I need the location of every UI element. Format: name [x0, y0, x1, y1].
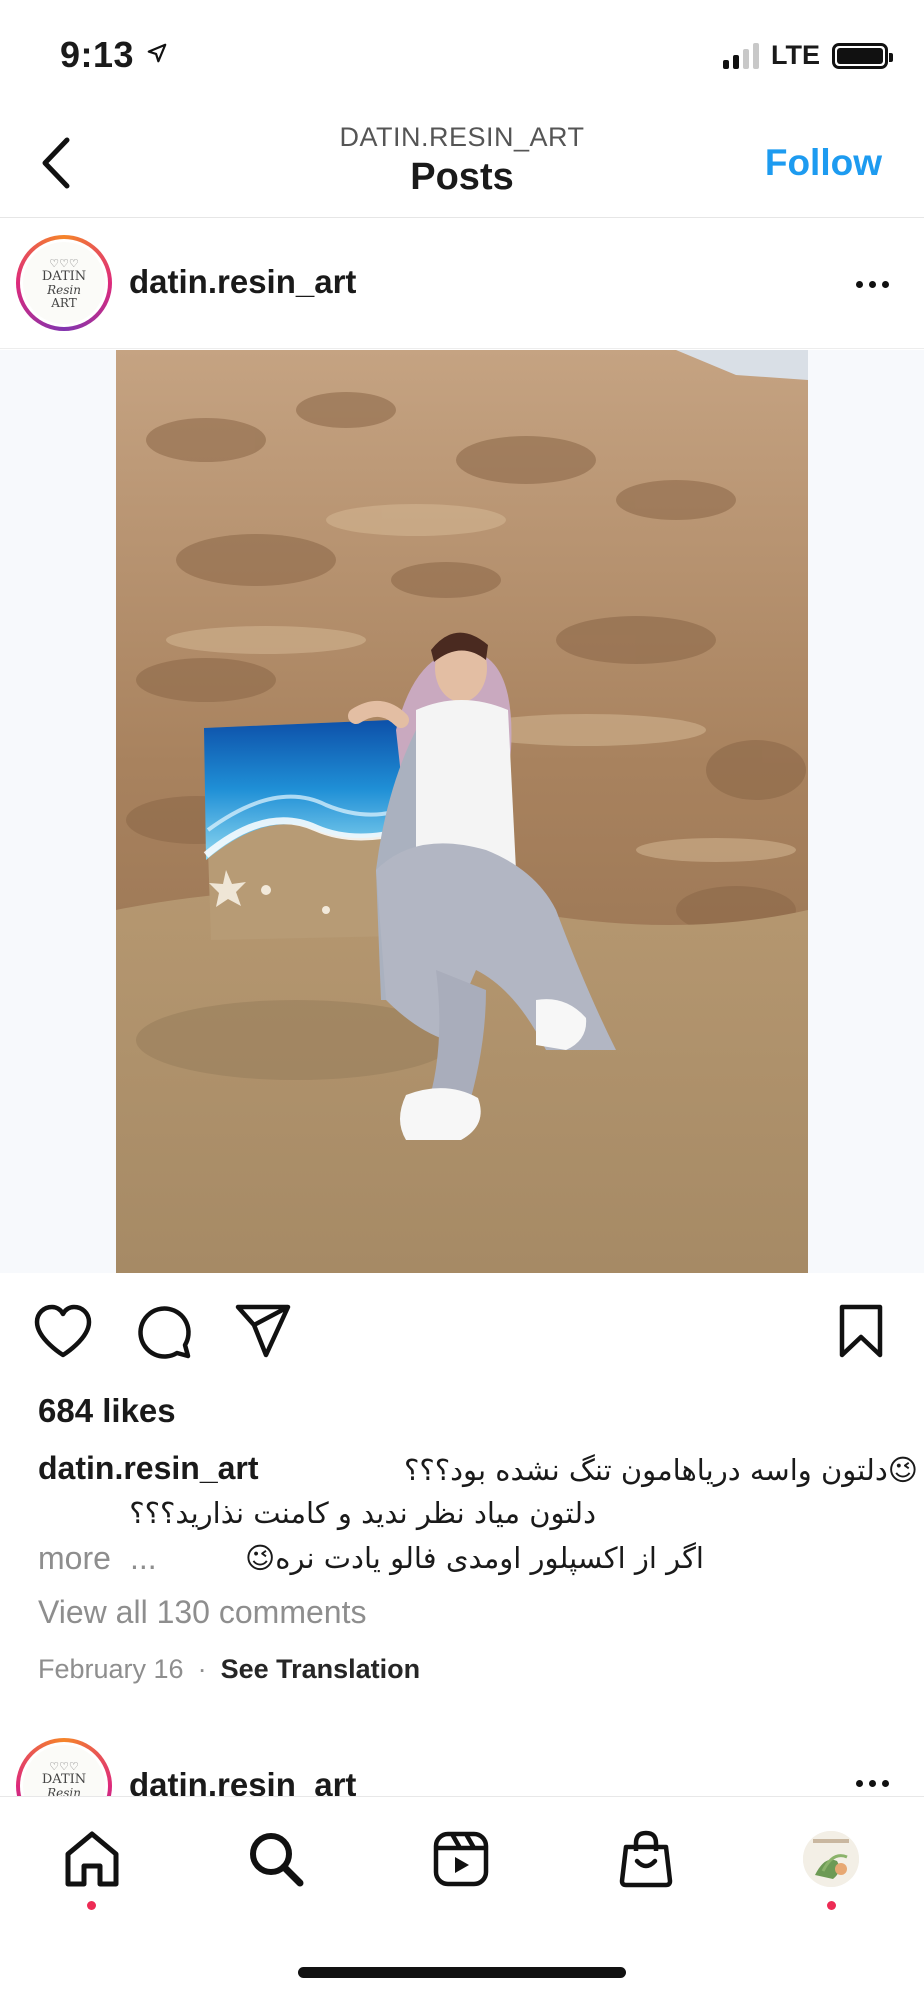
avatar[interactable]: ♡♡♡ DATIN Resin ART — [16, 235, 112, 331]
avatar-logo: ♡♡♡ DATIN Resin ART — [23, 242, 105, 324]
profile-notification-dot — [827, 1901, 836, 1910]
reels-icon — [433, 1831, 489, 1887]
caption-line-2: دلتون میاد نظر ندید و کامنت نذارید؟؟؟ — [129, 1496, 596, 1530]
profile-avatar — [803, 1831, 859, 1887]
battery-icon — [832, 42, 893, 69]
save-button[interactable] — [826, 1296, 896, 1366]
caption-ellipsis: ... — [130, 1540, 157, 1576]
search-icon — [250, 1833, 304, 1887]
post-header: ♡♡♡ DATIN Resin ART datin.resin_art — [0, 219, 924, 349]
tab-reels[interactable] — [421, 1819, 501, 1899]
post-media[interactable] — [0, 350, 924, 1273]
see-translation-link[interactable]: See Translation — [221, 1654, 421, 1685]
home-icon — [65, 1831, 119, 1887]
like-button[interactable] — [28, 1296, 98, 1366]
post-meta: February 16 · See Translation — [38, 1654, 420, 1685]
more-options-button[interactable] — [850, 269, 894, 299]
status-time: 9:13 — [60, 34, 135, 75]
network-label: LTE — [771, 40, 820, 70]
view-all-comments-link[interactable]: View all 130 comments — [38, 1594, 366, 1631]
share-icon — [235, 1304, 291, 1358]
shop-icon — [619, 1830, 673, 1888]
caption-username[interactable]: datin.resin_art — [38, 1446, 259, 1491]
post-photo — [116, 350, 808, 1273]
caption-line-1: 😉دلتون واسه دریاهامون تنگ نشده بود؟؟؟ — [403, 1453, 918, 1487]
status-indicators: LTE — [723, 40, 893, 71]
post-date: February 16 — [38, 1654, 184, 1684]
post-actions — [0, 1296, 924, 1372]
meta-separator: · — [197, 1654, 207, 1684]
tab-shop[interactable] — [606, 1819, 686, 1899]
caption-more-link[interactable]: more — [38, 1536, 111, 1581]
post-username[interactable]: datin.resin_art — [129, 263, 356, 301]
comment-button[interactable] — [128, 1296, 198, 1366]
share-button[interactable] — [228, 1296, 298, 1366]
caption-line-3: اگر از اکسپلور اومدی فالو یادت نره😉 — [245, 1541, 704, 1575]
nav-header: DATIN.RESIN_ART Posts Follow — [0, 110, 924, 218]
home-indicator[interactable] — [298, 1967, 626, 1978]
follow-button[interactable]: Follow — [765, 142, 882, 184]
tab-home[interactable] — [52, 1819, 132, 1899]
bookmark-icon — [839, 1304, 883, 1358]
tab-search[interactable] — [236, 1819, 316, 1899]
heart-icon — [34, 1304, 92, 1358]
tab-profile[interactable] — [791, 1819, 871, 1899]
next-post-more-button[interactable] — [850, 1768, 894, 1798]
home-notification-dot — [87, 1901, 96, 1910]
location-arrow-icon — [147, 43, 167, 63]
comment-icon — [138, 1306, 191, 1359]
signal-icon — [723, 42, 759, 69]
likes-count[interactable]: 684 likes — [38, 1392, 176, 1430]
status-bar: 9:13 LTE — [0, 0, 924, 110]
instagram-post-screen: 9:13 LTE DATIN.RESIN_ART Posts Follow ♡♡… — [0, 0, 924, 2000]
